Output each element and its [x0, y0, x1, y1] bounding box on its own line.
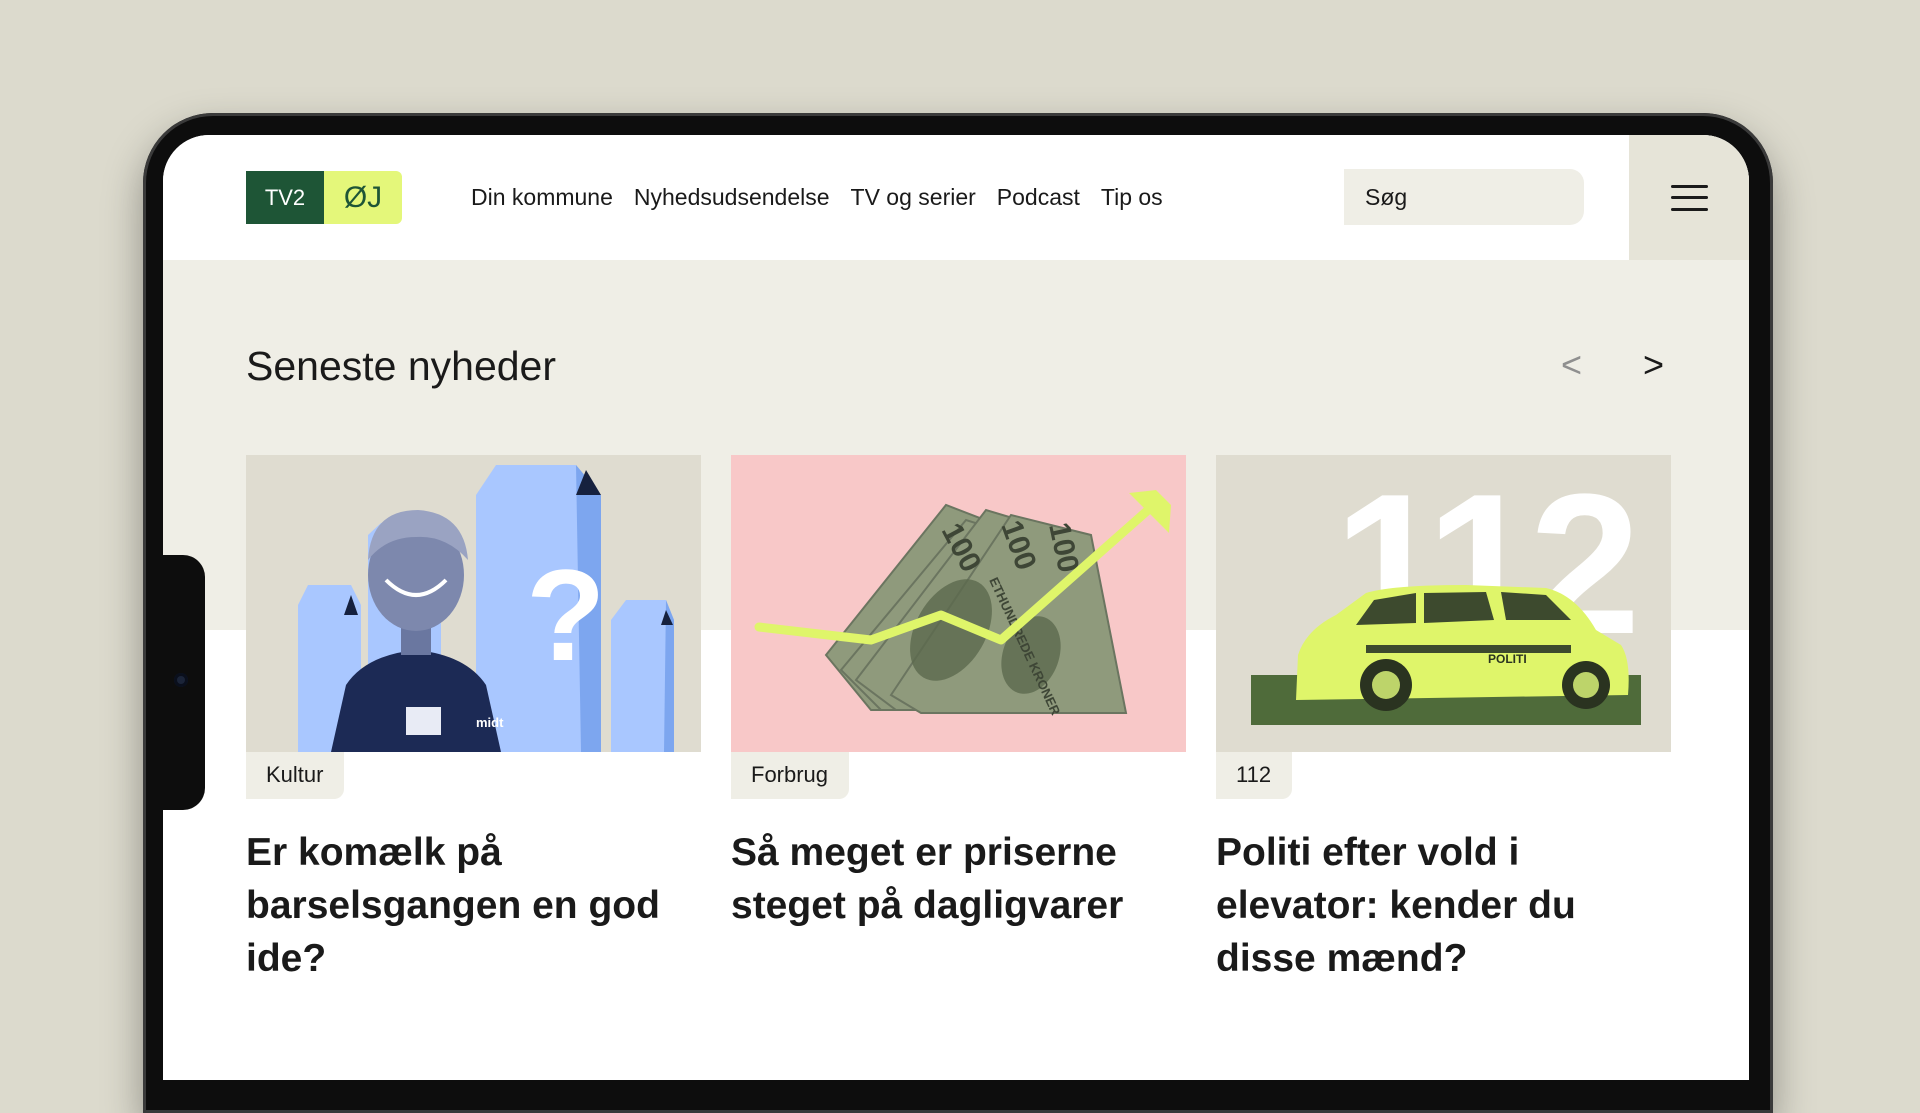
nav-item-podcast[interactable]: Podcast [997, 178, 1080, 216]
main-nav: Din kommune Nyhedsudsendelse TV og serie… [471, 178, 1163, 216]
nav-item-din-kommune[interactable]: Din kommune [471, 178, 613, 216]
nav-item-nyhedsudsendelse[interactable]: Nyhedsudsendelse [634, 178, 830, 216]
card-headline[interactable]: Er komælk på barselsgangen en god ide? [246, 826, 686, 985]
camera-lens-icon [174, 673, 188, 687]
carousel-prev-button[interactable]: < [1561, 340, 1582, 390]
question-mark-text: ? [526, 542, 605, 688]
logo-oj: ØJ [324, 171, 402, 224]
card-category-tag[interactable]: Forbrug [731, 752, 850, 799]
nav-item-tv-og-serier[interactable]: TV og serier [851, 178, 976, 216]
site-logo[interactable]: TV2 ØJ [246, 171, 402, 224]
card-headline[interactable]: Så meget er priserne steget på dagligvar… [731, 826, 1171, 932]
search-input[interactable] [1344, 169, 1584, 225]
card-headline[interactable]: Politi efter vold i elevator: kender du … [1216, 826, 1656, 985]
card-image-milk[interactable]: ? midt [246, 455, 701, 752]
camera-housing [160, 555, 205, 810]
carousel-next-button[interactable]: > [1643, 340, 1664, 390]
card-category-tag[interactable]: Kultur [246, 752, 345, 799]
hamburger-menu-icon [1670, 184, 1708, 211]
news-card[interactable]: 112 POLITI 112 Politi efter vold i eleva… [1216, 455, 1671, 985]
menu-button[interactable] [1629, 135, 1749, 260]
news-card[interactable]: 100 100 100 ETHUNDREDE KRONER Forbrug Så… [731, 455, 1186, 932]
site-header: TV2 ØJ Din kommune Nyhedsudsendelse TV o… [163, 135, 1749, 260]
browser-screen: TV2 ØJ Din kommune Nyhedsudsendelse TV o… [163, 135, 1749, 1080]
logo-tv2: TV2 [246, 171, 324, 224]
card-image-police[interactable]: 112 POLITI [1216, 455, 1671, 752]
card-image-prices[interactable]: 100 100 100 ETHUNDREDE KRONER [731, 455, 1186, 752]
scrubs-logo-text: midt [476, 715, 504, 730]
nav-item-tip-os[interactable]: Tip os [1101, 178, 1163, 216]
news-card[interactable]: ? midt Kultur Er komælk på barselsgangen… [246, 455, 701, 985]
section-title: Seneste nyheder [246, 343, 557, 389]
card-category-tag[interactable]: 112 [1216, 752, 1293, 799]
car-label-text: POLITI [1488, 652, 1527, 666]
